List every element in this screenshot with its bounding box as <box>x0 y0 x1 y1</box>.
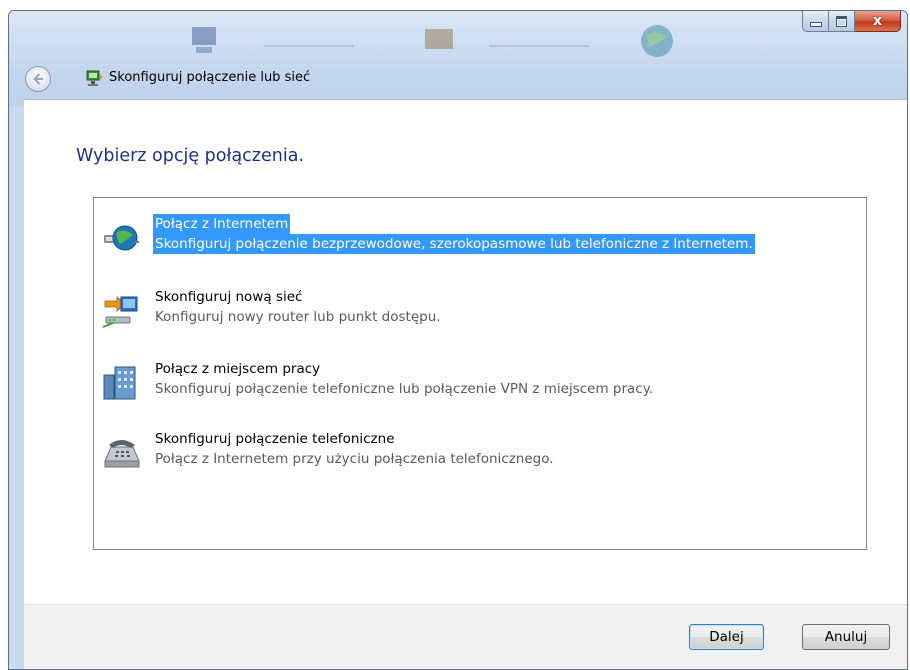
option-setup-dialup[interactable]: Skonfiguruj połączenie telefoniczne Połą… <box>94 426 866 478</box>
option-connect-workplace[interactable]: Połącz z miejscem pracy Skonfiguruj połą… <box>94 356 866 408</box>
page-heading: Wybierz opcję połączenia. <box>76 146 304 166</box>
minimize-button[interactable] <box>802 11 829 32</box>
background-left-strip <box>0 12 8 670</box>
telephone-icon <box>104 440 140 468</box>
option-description: Konfiguruj nowy router lub punkt dostępu… <box>155 309 441 325</box>
globe-network-icon <box>104 225 139 251</box>
back-arrow-icon <box>33 73 43 85</box>
ghost-network-icon <box>425 29 453 49</box>
option-description: Skonfiguruj połączenie telefoniczne lub … <box>155 381 654 397</box>
option-description: Skonfiguruj połączenie bezprzewodowe, sz… <box>153 234 755 254</box>
network-setup-icon <box>86 70 103 86</box>
window-title: Skonfiguruj połączenie lub sieć <box>109 70 311 85</box>
ghost-connector <box>264 45 354 47</box>
option-connect-internet[interactable]: Połącz z Internetem Skonfiguruj połączen… <box>94 211 866 263</box>
option-title: Połącz z Internetem <box>153 214 291 234</box>
option-setup-new-network[interactable]: Skonfiguruj nową sieć Konfiguruj nowy ro… <box>94 284 866 336</box>
next-button[interactable]: Dalej <box>689 624 764 650</box>
ghost-connector <box>489 45 589 47</box>
ghost-globe-icon <box>641 25 673 57</box>
connection-options-list: Połącz z Internetem Skonfiguruj połączen… <box>93 197 867 550</box>
router-setup-icon <box>102 296 138 328</box>
close-button[interactable]: x <box>855 11 901 32</box>
option-texts: Połącz z miejscem pracy Skonfiguruj połą… <box>153 359 655 399</box>
minimize-icon <box>809 21 822 27</box>
option-description: Połącz z Internetem przy użyciu połączen… <box>155 451 554 467</box>
maximize-button[interactable] <box>829 11 855 32</box>
option-texts: Połącz z Internetem Skonfiguruj połączen… <box>153 214 755 254</box>
dialog-footer: Dalej Anuluj <box>24 604 907 669</box>
option-title: Połącz z miejscem pracy <box>155 361 321 377</box>
dialog-window: x Skonfiguruj połączenie lub sieć Wybier… <box>8 10 908 670</box>
ghost-computer-icon <box>192 27 216 53</box>
workplace-building-icon <box>103 366 136 400</box>
option-texts: Skonfiguruj nową sieć Konfiguruj nowy ro… <box>153 287 443 327</box>
back-button[interactable] <box>25 66 51 92</box>
cancel-button[interactable]: Anuluj <box>802 624 890 650</box>
caption-buttons: x <box>802 11 901 33</box>
option-title: Skonfiguruj połączenie telefoniczne <box>155 431 395 447</box>
content-area: Wybierz opcję połączenia. Połącz z Inter… <box>24 99 907 605</box>
maximize-icon <box>836 15 847 27</box>
close-icon: x <box>872 13 883 29</box>
option-texts: Skonfiguruj połączenie telefoniczne Połą… <box>153 429 556 469</box>
option-title: Skonfiguruj nową sieć <box>155 289 303 305</box>
